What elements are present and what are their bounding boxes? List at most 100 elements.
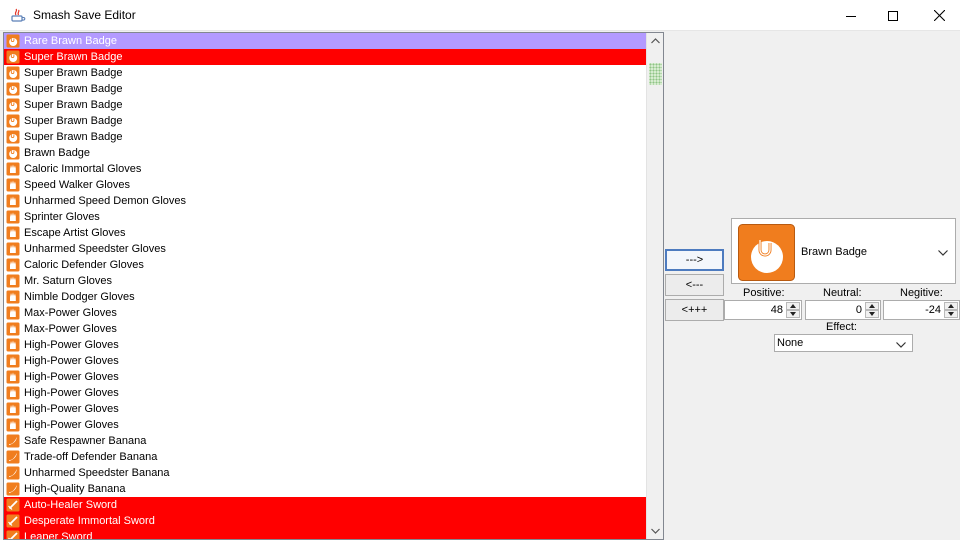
list-item-label: Super Brawn Badge (24, 99, 123, 111)
list-item[interactable]: Super Brawn Badge (4, 49, 646, 65)
gloves-icon (6, 306, 20, 320)
list-item[interactable]: Caloric Immortal Gloves (4, 161, 646, 177)
list-item[interactable]: Brawn Badge (4, 145, 646, 161)
move-right-button[interactable]: ---> (665, 249, 724, 271)
gloves-icon (6, 370, 20, 384)
list-item[interactable]: High-Quality Banana (4, 481, 646, 497)
list-item-label: Caloric Immortal Gloves (24, 163, 142, 175)
list-item[interactable]: High-Power Gloves (4, 353, 646, 369)
list-scrollbar[interactable] (646, 33, 663, 539)
list-item[interactable]: Super Brawn Badge (4, 65, 646, 81)
list-item[interactable]: Trade-off Defender Banana (4, 449, 646, 465)
list-item[interactable]: Desperate Immortal Sword (4, 513, 646, 529)
list-item[interactable]: High-Power Gloves (4, 369, 646, 385)
list-item-label: Brawn Badge (24, 147, 91, 159)
positive-increment-button[interactable] (786, 302, 800, 310)
banana-icon (6, 482, 20, 496)
sword-icon (6, 498, 20, 512)
maximize-button[interactable] (870, 0, 916, 31)
negative-value[interactable]: -24 (925, 304, 941, 316)
negative-increment-button[interactable] (944, 302, 958, 310)
list-item-label: Desperate Immortal Sword (24, 515, 155, 527)
list-item[interactable]: Nimble Dodger Gloves (4, 289, 646, 305)
gloves-icon (6, 226, 20, 240)
list-item[interactable]: Sprinter Gloves (4, 209, 646, 225)
effect-select[interactable]: None (774, 334, 913, 352)
chevron-down-icon (896, 339, 906, 351)
maximize-icon (888, 10, 898, 21)
list-item-label: Caloric Defender Gloves (24, 259, 144, 271)
list-item[interactable]: Speed Walker Gloves (4, 177, 646, 193)
positive-spinner[interactable]: 48 (724, 300, 802, 320)
close-button[interactable] (916, 0, 960, 31)
add-item-button[interactable]: <+++ (665, 299, 724, 321)
list-item[interactable]: Unharmed Speedster Banana (4, 465, 646, 481)
list-item-label: Unharmed Speedster Gloves (24, 243, 166, 255)
item-type-select[interactable]: Brawn Badge (731, 218, 956, 284)
list-item-label: High-Power Gloves (24, 371, 119, 383)
neutral-increment-button[interactable] (865, 302, 879, 310)
gloves-icon (6, 322, 20, 336)
list-item[interactable]: Max-Power Gloves (4, 321, 646, 337)
positive-decrement-button[interactable] (786, 310, 800, 318)
list-item-label: Mr. Saturn Gloves (24, 275, 113, 287)
list-item[interactable]: Unharmed Speed Demon Gloves (4, 193, 646, 209)
scroll-thumb[interactable] (649, 63, 662, 85)
list-item-label: Unharmed Speed Demon Gloves (24, 195, 187, 207)
list-item-label: Max-Power Gloves (24, 323, 117, 335)
list-item[interactable]: High-Power Gloves (4, 417, 646, 433)
list-item[interactable]: Super Brawn Badge (4, 129, 646, 145)
list-item[interactable]: Rare Brawn Badge (4, 33, 646, 49)
list-item-label: Super Brawn Badge (24, 67, 123, 79)
list-item[interactable]: High-Power Gloves (4, 337, 646, 353)
list-item[interactable]: Leaper Sword (4, 529, 646, 540)
triangle-up-icon (790, 304, 796, 308)
window-title: Smash Save Editor (33, 8, 136, 22)
scroll-up-button[interactable] (647, 33, 663, 49)
list-item[interactable]: Super Brawn Badge (4, 81, 646, 97)
chevron-up-icon (651, 38, 660, 44)
list-item[interactable]: Unharmed Speedster Gloves (4, 241, 646, 257)
positive-label: Positive: (743, 287, 785, 299)
title-bar: Smash Save Editor (0, 0, 960, 31)
close-icon (933, 10, 945, 21)
list-item-label: High-Power Gloves (24, 419, 119, 431)
list-item-label: Super Brawn Badge (24, 83, 123, 95)
gloves-icon (6, 242, 20, 256)
gloves-icon (6, 258, 20, 272)
gloves-icon (6, 290, 20, 304)
neutral-decrement-button[interactable] (865, 310, 879, 318)
list-item[interactable]: Auto-Healer Sword (4, 497, 646, 513)
list-item[interactable]: Super Brawn Badge (4, 97, 646, 113)
list-item[interactable]: Escape Artist Gloves (4, 225, 646, 241)
banana-icon (6, 434, 20, 448)
list-item[interactable]: High-Power Gloves (4, 401, 646, 417)
badge-icon (6, 98, 20, 112)
negative-decrement-button[interactable] (944, 310, 958, 318)
gloves-icon (6, 386, 20, 400)
list-item[interactable]: High-Power Gloves (4, 385, 646, 401)
list-item-label: Super Brawn Badge (24, 51, 123, 63)
list-item-label: Escape Artist Gloves (24, 227, 126, 239)
move-left-button[interactable]: <--- (665, 274, 724, 296)
negative-spinner[interactable]: -24 (883, 300, 960, 320)
banana-icon (6, 450, 20, 464)
triangle-down-icon (790, 312, 796, 316)
neutral-label: Neutral: (823, 287, 862, 299)
positive-value[interactable]: 48 (771, 304, 783, 316)
list-item[interactable]: Max-Power Gloves (4, 305, 646, 321)
scroll-down-button[interactable] (647, 523, 663, 539)
minimize-button[interactable] (828, 0, 874, 31)
badge-icon (6, 66, 20, 80)
badge-icon (6, 146, 20, 160)
gloves-icon (6, 274, 20, 288)
neutral-spinner[interactable]: 0 (805, 300, 881, 320)
list-item[interactable]: Super Brawn Badge (4, 113, 646, 129)
list-item[interactable]: Caloric Defender Gloves (4, 257, 646, 273)
gloves-icon (6, 162, 20, 176)
list-item[interactable]: Safe Respawner Banana (4, 433, 646, 449)
neutral-value[interactable]: 0 (856, 304, 862, 316)
list-item[interactable]: Mr. Saturn Gloves (4, 273, 646, 289)
list-item-label: Leaper Sword (24, 531, 93, 540)
list-item-label: Sprinter Gloves (24, 211, 100, 223)
